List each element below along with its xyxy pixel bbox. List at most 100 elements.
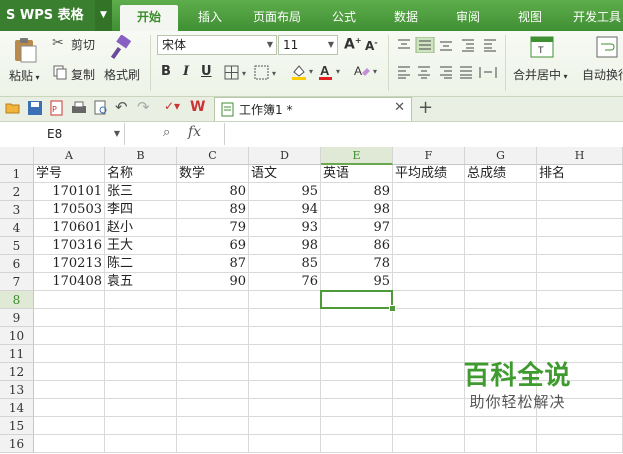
table-cell[interactable]: 93	[249, 219, 321, 237]
table-cell[interactable]: 76	[249, 273, 321, 291]
table-cell[interactable]	[321, 345, 393, 363]
customize-arrow-icon[interactable]: ✓▾	[164, 99, 180, 115]
table-cell[interactable]	[34, 345, 105, 363]
table-cell[interactable]	[537, 327, 623, 345]
table-cell[interactable]: 陈二	[105, 255, 177, 273]
function-icon[interactable]: fx	[188, 124, 201, 140]
tab-formula[interactable]: 公式	[322, 5, 366, 31]
row-header[interactable]: 11	[0, 345, 34, 363]
column-header-a[interactable]: A	[34, 147, 105, 165]
column-header-g[interactable]: G	[465, 147, 537, 165]
table-cell[interactable]: 语文	[249, 165, 321, 183]
table-cell[interactable]: 170213	[34, 255, 105, 273]
table-cell[interactable]	[177, 417, 249, 435]
table-cell[interactable]: 总成绩	[465, 165, 537, 183]
document-tab[interactable]: 工作簿1 * ✕	[214, 97, 412, 121]
table-cell[interactable]	[465, 309, 537, 327]
font-name-select[interactable]: 宋体 ▼	[157, 35, 277, 55]
table-cell[interactable]: 89	[177, 201, 249, 219]
table-cell[interactable]: 94	[249, 201, 321, 219]
select-all-corner[interactable]	[0, 147, 34, 165]
redo-icon[interactable]: ↷	[137, 98, 153, 116]
fill-handle[interactable]	[389, 305, 396, 312]
open-folder-icon[interactable]	[5, 100, 21, 116]
table-cell[interactable]: 78	[321, 255, 393, 273]
table-cell[interactable]	[249, 309, 321, 327]
column-header-h[interactable]: H	[537, 147, 623, 165]
table-cell[interactable]: 赵小	[105, 219, 177, 237]
table-cell[interactable]	[393, 237, 465, 255]
table-cell[interactable]: 学号	[34, 165, 105, 183]
table-cell[interactable]	[465, 327, 537, 345]
table-cell[interactable]	[537, 219, 623, 237]
format-painter-button[interactable]: 格式刷	[104, 66, 140, 83]
table-cell[interactable]: 袁五	[105, 273, 177, 291]
table-cell[interactable]: 数学	[177, 165, 249, 183]
row-header[interactable]: 3	[0, 201, 34, 219]
wrap-text-button[interactable]: 自动换行	[582, 66, 623, 83]
save-icon[interactable]	[27, 100, 43, 116]
table-cell[interactable]: 张三	[105, 183, 177, 201]
table-cell[interactable]: 170503	[34, 201, 105, 219]
table-cell[interactable]	[465, 183, 537, 201]
table-cell[interactable]	[537, 255, 623, 273]
table-cell[interactable]	[34, 309, 105, 327]
table-cell[interactable]: 平均成绩	[393, 165, 465, 183]
merge-center-icon[interactable]: T	[530, 36, 554, 58]
row-header[interactable]: 16	[0, 435, 34, 453]
column-header-e[interactable]: E	[321, 147, 393, 165]
table-cell[interactable]	[465, 237, 537, 255]
table-cell[interactable]	[321, 309, 393, 327]
table-cell[interactable]: 98	[321, 201, 393, 219]
table-cell[interactable]	[249, 291, 321, 309]
italic-button[interactable]: I	[183, 64, 189, 79]
table-cell[interactable]	[393, 201, 465, 219]
row-header[interactable]: 10	[0, 327, 34, 345]
merge-center-button[interactable]: 合并居中 ▾	[513, 66, 568, 83]
row-header[interactable]: 9	[0, 309, 34, 327]
table-cell[interactable]	[105, 435, 177, 453]
cut-button[interactable]: 剪切	[71, 36, 95, 53]
table-cell[interactable]	[105, 363, 177, 381]
paste-icon[interactable]	[12, 37, 38, 63]
table-cell[interactable]: 95	[321, 273, 393, 291]
row-header[interactable]: 14	[0, 399, 34, 417]
table-cell[interactable]	[105, 291, 177, 309]
border-icon[interactable]: ▾	[224, 65, 252, 81]
tab-view[interactable]: 视图	[508, 5, 552, 31]
table-cell[interactable]	[321, 327, 393, 345]
table-cell[interactable]	[393, 291, 465, 309]
table-cell[interactable]	[34, 327, 105, 345]
zoom-search-icon[interactable]: ⌕	[163, 125, 170, 140]
print-icon[interactable]	[71, 100, 87, 116]
table-cell[interactable]	[393, 183, 465, 201]
tab-data[interactable]: 数据	[384, 5, 428, 31]
table-cell[interactable]	[465, 219, 537, 237]
font-color-icon[interactable]: A ▾	[318, 63, 346, 81]
table-cell[interactable]: 85	[249, 255, 321, 273]
undo-icon[interactable]: ↶	[115, 98, 131, 116]
table-cell[interactable]	[321, 381, 393, 399]
column-header-d[interactable]: D	[249, 147, 321, 165]
paste-button[interactable]: 粘贴 ▾	[9, 67, 40, 84]
table-cell[interactable]	[177, 345, 249, 363]
table-cell[interactable]: 英语	[321, 165, 393, 183]
table-cell[interactable]	[177, 291, 249, 309]
cell-style-icon[interactable]: ▾	[254, 65, 282, 81]
fill-color-icon[interactable]: ▾	[290, 63, 318, 81]
column-header-f[interactable]: F	[393, 147, 465, 165]
row-header[interactable]: 6	[0, 255, 34, 273]
table-cell[interactable]: 90	[177, 273, 249, 291]
column-header-b[interactable]: B	[105, 147, 177, 165]
table-cell[interactable]	[249, 399, 321, 417]
underline-button[interactable]: U	[201, 64, 212, 79]
formula-input[interactable]	[224, 123, 620, 145]
table-cell[interactable]	[393, 273, 465, 291]
table-cell[interactable]: 86	[321, 237, 393, 255]
table-cell[interactable]	[177, 363, 249, 381]
increase-font-icon[interactable]: A+	[344, 36, 362, 53]
row-header[interactable]: 13	[0, 381, 34, 399]
table-cell[interactable]: 87	[177, 255, 249, 273]
row-header[interactable]: 1	[0, 165, 34, 183]
column-header-c[interactable]: C	[177, 147, 249, 165]
